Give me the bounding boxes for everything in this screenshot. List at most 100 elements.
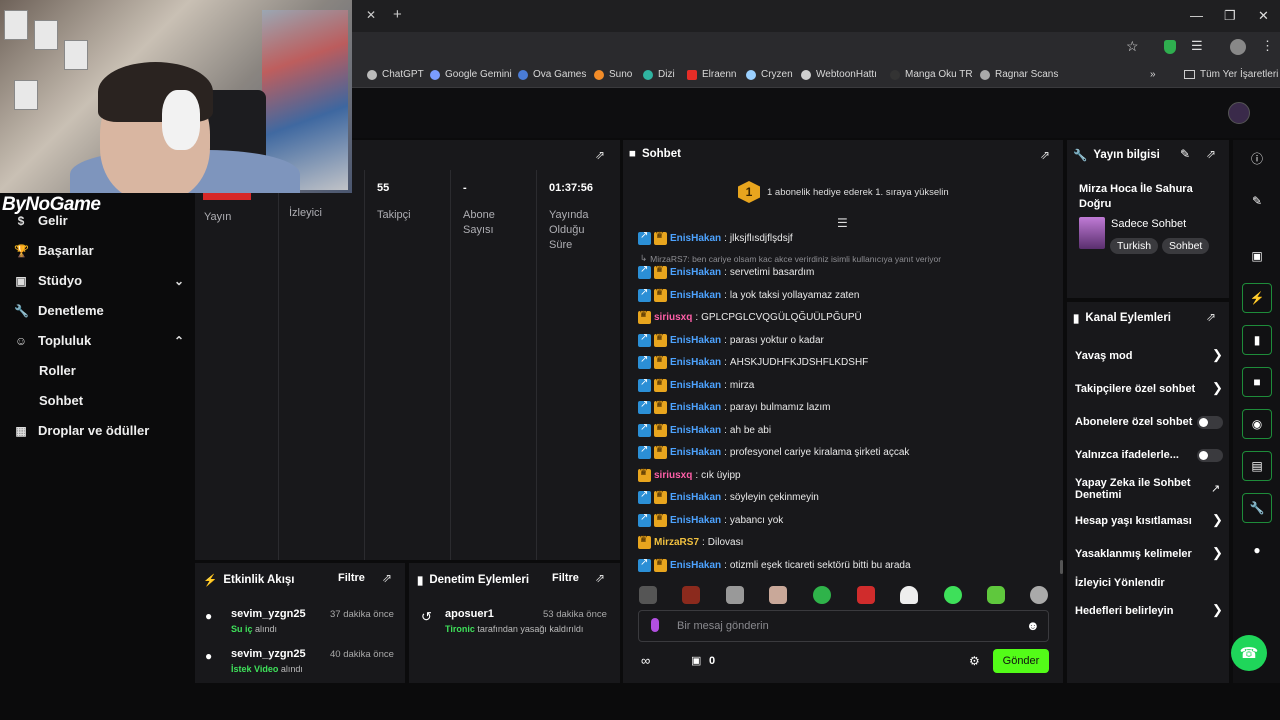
edit-pencil-icon[interactable]: ✎ xyxy=(1242,186,1272,216)
gift-box-icon[interactable]: ▣ xyxy=(691,654,701,667)
pinned-collapse-icon[interactable]: ☰ xyxy=(837,216,848,230)
sidebar-item-topluluk[interactable]: ☺ Topluluk ⌃ xyxy=(14,333,184,348)
category-name[interactable]: Sadece Sohbet xyxy=(1111,218,1186,230)
broadcast-icon[interactable]: ◉ xyxy=(1242,409,1272,439)
chat-message[interactable]: siriusxq:cık üyipp xyxy=(638,467,741,482)
action-account-age[interactable]: Hesap yaşı kısıtlaması xyxy=(1075,515,1192,527)
chat-message[interactable]: EnisHakan:la yok taksi yollayamaz zaten xyxy=(638,287,859,302)
sidebar-item-roller[interactable]: Roller xyxy=(39,363,76,378)
chat-message[interactable]: EnisHakan:jlksjflısdjflşdsjf xyxy=(638,230,793,245)
emote-item[interactable] xyxy=(900,586,918,604)
support-headset-button[interactable]: ☎ xyxy=(1231,635,1267,671)
chat-message[interactable]: EnisHakan:parayı bulmamız lazım xyxy=(638,399,831,414)
kick-points-icon[interactable]: ● xyxy=(1242,535,1272,565)
bookmark-item[interactable]: Cryzen xyxy=(746,69,793,80)
tag-sohbet[interactable]: Sohbet xyxy=(1162,238,1210,254)
chevron-right-icon[interactable]: ❯ xyxy=(1212,512,1223,528)
screenshot-icon[interactable]: ▣ xyxy=(1242,241,1272,271)
kick-points-icon[interactable]: ∞ xyxy=(641,653,650,668)
chat-message[interactable]: siriusxq:GPLCPGLCVQGÜLQĞUÜLPĞUPÜ xyxy=(638,309,862,324)
popout-icon[interactable]: ⇗ xyxy=(1206,310,1216,324)
all-bookmarks-folder[interactable]: Tüm Yer İşaretleri xyxy=(1184,69,1278,80)
chat-username[interactable]: siriusxq xyxy=(654,312,692,323)
lightning-icon[interactable]: ⚡ xyxy=(1242,283,1272,313)
chat-message[interactable]: EnisHakan:parası yoktur o kadar xyxy=(638,332,824,347)
chat-message[interactable]: EnisHakan:yabancı yok xyxy=(638,512,783,527)
popout-icon[interactable]: ⇗ xyxy=(595,148,605,162)
maximize-icon[interactable]: ❐ xyxy=(1224,8,1236,24)
profile-avatar[interactable] xyxy=(1230,39,1246,55)
gift-banner[interactable]: 1 abonelik hediye ederek 1. sıraya yükse… xyxy=(767,187,949,198)
subscribers-only-toggle[interactable] xyxy=(1197,416,1223,429)
chat-username[interactable]: EnisHakan xyxy=(670,515,721,526)
sidebar-item-studyo[interactable]: ▣ Stüdyo ⌄ xyxy=(14,273,184,288)
action-slow-mode[interactable]: Yavaş mod xyxy=(1075,350,1132,362)
chat-username[interactable]: EnisHakan xyxy=(670,380,721,391)
action-host-viewers[interactable]: İzleyici Yönlendir xyxy=(1075,577,1165,589)
action-ai-moderation[interactable]: Yapay Zeka ile Sohbet Denetimi xyxy=(1075,477,1193,501)
extensions-icon[interactable]: ☰ xyxy=(1191,38,1203,54)
sidebar-item-basarilar[interactable]: 🏆 Başarılar xyxy=(14,243,184,258)
chevron-right-icon[interactable]: ❯ xyxy=(1212,347,1223,363)
sidebar-item-denetleme[interactable]: 🔧 Denetleme xyxy=(14,303,184,318)
chat-message[interactable]: EnisHakan:servetimi basardım xyxy=(638,264,814,279)
chat-username[interactable]: EnisHakan xyxy=(670,425,721,436)
bookmark-item[interactable]: Ragnar Scans xyxy=(980,69,1058,80)
chevron-right-icon[interactable]: ❯ xyxy=(1212,545,1223,561)
emote-only-toggle[interactable] xyxy=(1197,449,1223,462)
chat-input[interactable]: Bir mesaj gönderin ☻ xyxy=(638,610,1049,642)
popout-icon[interactable]: ⇗ xyxy=(1040,148,1050,162)
chat-username[interactable]: EnisHakan xyxy=(670,447,721,458)
tag-turkish[interactable]: Turkish xyxy=(1110,238,1159,254)
chat-username[interactable]: EnisHakan xyxy=(670,357,721,368)
bookmark-item[interactable]: Suno xyxy=(594,69,632,80)
user-avatar[interactable] xyxy=(1228,102,1250,124)
chat-username[interactable]: MirzaRS7 xyxy=(654,537,699,548)
layout-icon[interactable]: ▤ xyxy=(1242,451,1272,481)
edit-pencil-icon[interactable]: ✎ xyxy=(1180,147,1190,161)
action-followers-only[interactable]: Takipçilere özel sohbet xyxy=(1075,383,1195,395)
external-link-icon[interactable]: ↗ xyxy=(1211,482,1220,495)
emote-item[interactable] xyxy=(813,586,831,604)
emote-item[interactable] xyxy=(769,586,787,604)
emote-item[interactable] xyxy=(857,586,875,604)
emote-item[interactable] xyxy=(987,586,1005,604)
popout-icon[interactable]: ⇗ xyxy=(382,571,392,585)
chat-username[interactable]: siriusxq xyxy=(654,470,692,481)
chat-username[interactable]: EnisHakan xyxy=(670,290,721,301)
sidebar-item-sohbet[interactable]: Sohbet xyxy=(39,393,83,408)
bookmarks-overflow-icon[interactable]: » xyxy=(1150,69,1156,80)
wrench-icon[interactable]: 🔧 xyxy=(1242,493,1272,523)
chat-message[interactable]: EnisHakan:ah be abi xyxy=(638,422,771,437)
chat-message[interactable]: EnisHakan:mirza xyxy=(638,377,754,392)
emote-item[interactable] xyxy=(639,586,657,604)
chat-scrollbar[interactable] xyxy=(1060,560,1063,574)
chat-settings-gear-icon[interactable]: ⚙ xyxy=(969,654,980,668)
tab-close-icon[interactable]: ✕ xyxy=(366,8,376,22)
emoji-icon[interactable]: ☻ xyxy=(1026,618,1040,633)
bookmark-item[interactable]: ChatGPT xyxy=(367,69,424,80)
bookmark-item[interactable]: WebtoonHattı xyxy=(801,69,877,80)
moderation-filter-button[interactable]: Filtre xyxy=(552,572,579,584)
chat-username[interactable]: EnisHakan xyxy=(670,335,721,346)
bookmark-item[interactable]: Manga Oku TR xyxy=(890,69,973,80)
notes-icon[interactable]: ▮ xyxy=(1242,325,1272,355)
chat-username[interactable]: EnisHakan xyxy=(670,560,721,571)
bookmark-item[interactable]: Elraenn xyxy=(687,69,736,80)
action-banned-words[interactable]: Yasaklanmış kelimeler xyxy=(1075,548,1192,560)
bookmark-item[interactable]: Google Gemini xyxy=(430,69,512,80)
chevron-right-icon[interactable]: ❯ xyxy=(1212,380,1223,396)
emote-item[interactable] xyxy=(682,586,700,604)
window-close-icon[interactable]: ✕ xyxy=(1258,8,1269,24)
send-button[interactable]: Gönder xyxy=(993,649,1049,673)
chat-message[interactable]: EnisHakan:otizmli eşek ticareti sektörü … xyxy=(638,557,911,572)
chat-message[interactable]: EnisHakan:söyleyin çekinmeyin xyxy=(638,489,819,504)
popout-icon[interactable]: ⇗ xyxy=(595,571,605,585)
microphone-icon[interactable] xyxy=(651,618,659,632)
category-thumbnail[interactable] xyxy=(1079,217,1105,249)
action-set-goals[interactable]: Hedefleri belirleyin xyxy=(1075,605,1173,617)
emote-item[interactable] xyxy=(1030,586,1048,604)
menu-kebab-icon[interactable]: ⋮ xyxy=(1261,38,1274,54)
reply-context[interactable]: ↳ MirzaRS7: ben cariye olsam kac akce ve… xyxy=(640,253,941,264)
emote-item[interactable] xyxy=(944,586,962,604)
